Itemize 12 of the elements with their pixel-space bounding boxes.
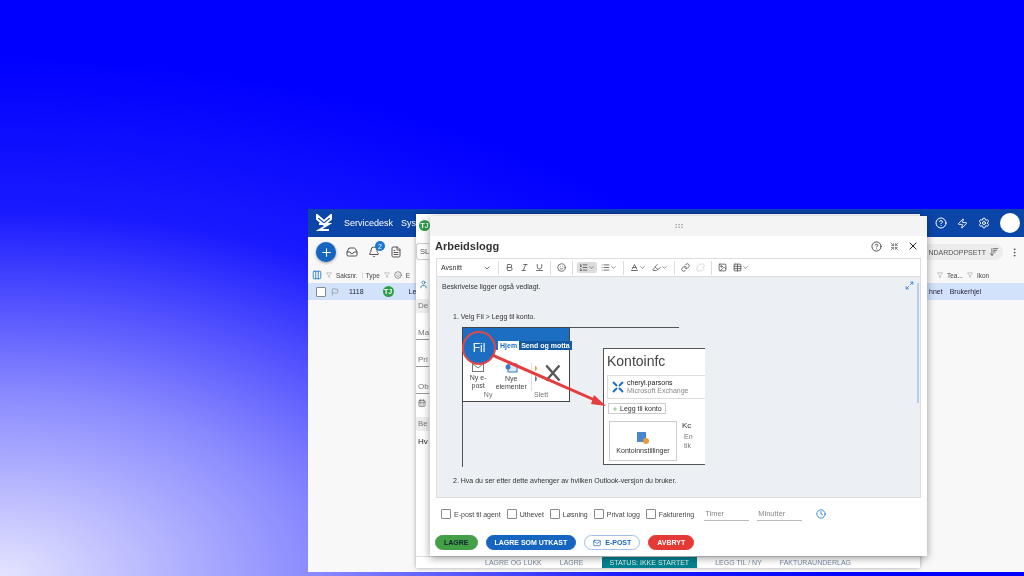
file-tab: Fil (464, 333, 494, 363)
form-field[interactable]: Ma (416, 327, 429, 340)
section-header: De (416, 299, 429, 313)
nav-item[interactable]: Sys (401, 218, 417, 228)
form-field[interactable]: Ob (416, 381, 429, 394)
nav-title[interactable]: Servicedesk (344, 218, 394, 228)
description-text: Hv (417, 436, 429, 448)
dialog-title: Arbeidslogg (435, 240, 500, 252)
account-heading: Kontoinfc (607, 353, 666, 370)
side-heading: Kc (682, 421, 692, 431)
section-header: Be (416, 417, 429, 431)
form-field[interactable]: Pri (416, 354, 429, 367)
